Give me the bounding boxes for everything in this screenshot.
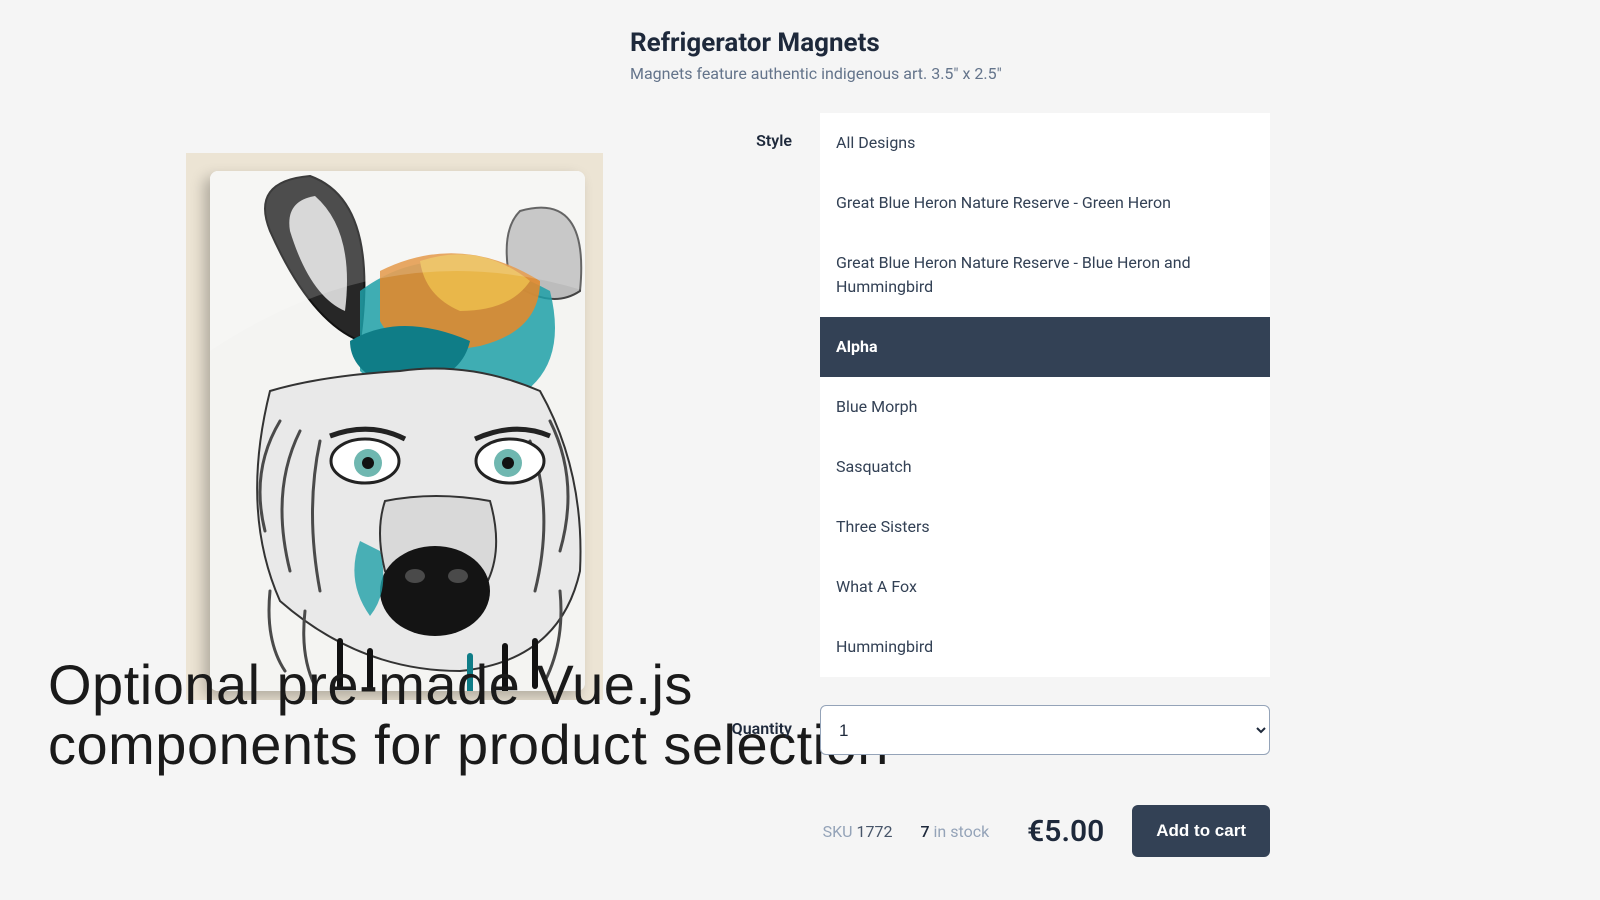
magnet-artwork [210, 171, 585, 691]
sku-value: 1772 [857, 822, 893, 841]
product-panel: Refrigerator Magnets Magnets feature aut… [630, 28, 1270, 857]
style-option[interactable]: Three Sisters [820, 497, 1270, 557]
purchase-bar: SKU 1772 7 in stock €5.00 Add to cart [630, 805, 1270, 857]
price: €5.00 [1027, 814, 1104, 849]
sku-block: SKU 1772 [823, 822, 893, 841]
product-subtitle: Magnets feature authentic indigenous art… [630, 64, 1270, 83]
stock-suffix: in stock [934, 822, 990, 841]
product-title: Refrigerator Magnets [630, 28, 1270, 58]
style-option[interactable]: Blue Morph [820, 377, 1270, 437]
style-label: Style [630, 113, 820, 677]
product-image [186, 153, 603, 700]
style-option[interactable]: What A Fox [820, 557, 1270, 617]
stock-count: 7 [920, 822, 929, 841]
sku-label: SKU [823, 822, 853, 841]
style-option[interactable]: All Designs [820, 113, 1270, 173]
add-to-cart-button[interactable]: Add to cart [1132, 805, 1270, 857]
quantity-label: Quantity [630, 705, 820, 755]
caption-line-1: Optional pre-made Vue.js [48, 653, 693, 716]
style-option[interactable]: Great Blue Heron Nature Reserve - Green … [820, 173, 1270, 233]
stock-block: 7 in stock [920, 822, 989, 841]
style-row: Style All DesignsGreat Blue Heron Nature… [630, 113, 1270, 677]
quantity-select[interactable]: 1 [820, 705, 1270, 755]
style-option-list: All DesignsGreat Blue Heron Nature Reser… [820, 113, 1270, 677]
style-option[interactable]: Great Blue Heron Nature Reserve - Blue H… [820, 233, 1270, 317]
quantity-row: Quantity 1 [630, 705, 1270, 755]
style-option[interactable]: Alpha [820, 317, 1270, 377]
style-option[interactable]: Sasquatch [820, 437, 1270, 497]
style-option[interactable]: Hummingbird [820, 617, 1270, 677]
